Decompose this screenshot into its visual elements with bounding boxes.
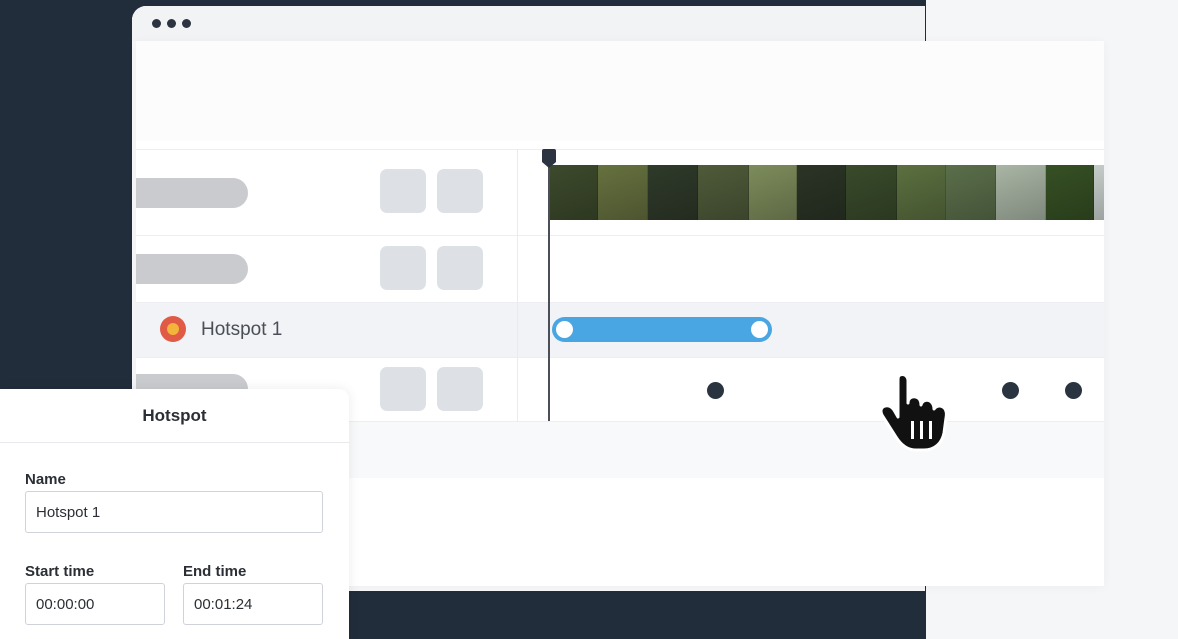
track-control-placeholder[interactable] [437,246,483,290]
start-time-label: Start time [25,563,95,580]
track-control-placeholder[interactable] [380,367,426,411]
track-control-placeholder[interactable] [380,169,426,213]
row-divider [136,357,1104,358]
row-divider [136,235,1104,236]
filmstrip-frame [946,165,996,220]
row-divider [136,149,1104,150]
filmstrip-frame [749,165,797,220]
filmstrip-frame [797,165,846,220]
hand-cursor-icon [879,373,948,452]
filmstrip-frame [549,165,598,220]
filmstrip-frame [598,165,648,220]
clip-end-handle[interactable] [751,321,768,338]
filmstrip-frame [897,165,946,220]
panel-title: Hotspot [0,389,349,443]
filmstrip-frame [1094,165,1104,220]
window-dot-icon[interactable] [152,19,161,28]
video-filmstrip[interactable] [549,165,1104,220]
track-control-placeholder[interactable] [437,169,483,213]
hotspot-properties-panel: Hotspot Name Start time End time [0,389,349,639]
window-dot-icon[interactable] [167,19,176,28]
track-name-placeholder [136,254,248,284]
keyframe-marker[interactable] [1002,382,1019,399]
keyframe-marker[interactable] [1065,382,1082,399]
name-label: Name [25,471,66,488]
start-time-field[interactable] [25,583,165,625]
filmstrip-frame [648,165,698,220]
clip-start-handle[interactable] [556,321,573,338]
track-name-placeholder [136,178,248,208]
panel-top-area [136,41,1104,141]
filmstrip-frame [1046,165,1094,220]
hotspot-track-label[interactable]: Hotspot 1 [201,319,282,341]
window-titlebar [132,6,925,41]
playhead-icon[interactable] [542,149,556,162]
window-dot-icon[interactable] [182,19,191,28]
playhead-line[interactable] [548,153,550,421]
hotspot-clip[interactable] [552,317,772,342]
filmstrip-frame [996,165,1046,220]
end-time-label: End time [183,563,247,580]
track-control-placeholder[interactable] [380,246,426,290]
keyframe-marker[interactable] [707,382,724,399]
track-control-placeholder[interactable] [437,367,483,411]
track-header-divider [517,149,518,422]
row-divider [136,302,1104,303]
filmstrip-frame [846,165,897,220]
hotspot-icon [160,316,186,342]
end-time-field[interactable] [183,583,323,625]
playhead-tip [542,162,556,168]
name-field[interactable] [25,491,323,533]
filmstrip-frame [698,165,749,220]
